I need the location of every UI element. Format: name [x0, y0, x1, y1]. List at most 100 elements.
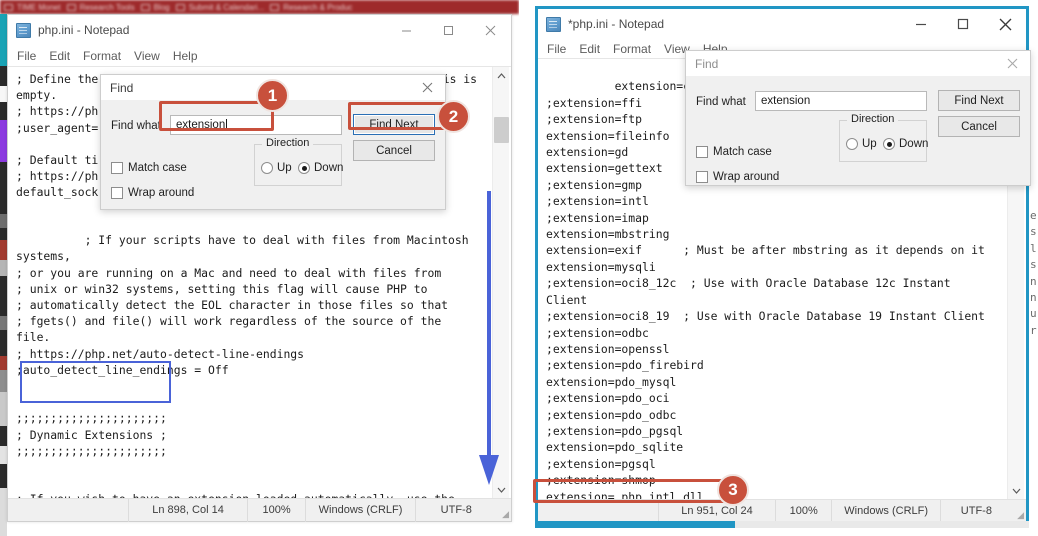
bookmark-label: Submit & Calendari...: [188, 2, 265, 12]
menu-edit[interactable]: Edit: [579, 42, 600, 56]
titlebar-left[interactable]: php.ini - Notepad: [8, 15, 511, 45]
cancel-button[interactable]: Cancel: [938, 116, 1020, 137]
cancel-label: Cancel: [376, 144, 412, 157]
folder-icon: [4, 3, 13, 11]
bookmark-item[interactable]: Research & Produc: [270, 2, 353, 12]
folder-icon: [140, 3, 150, 11]
minimize-icon[interactable]: [385, 15, 427, 45]
menu-edit[interactable]: Edit: [49, 49, 70, 63]
window-controls-left: [385, 15, 511, 45]
folder-icon: [175, 3, 185, 11]
find-what-label: Find what: [696, 96, 746, 108]
find-what-input[interactable]: extension: [170, 115, 342, 135]
resize-grip-icon[interactable]: ◢: [1012, 500, 1026, 523]
menu-file[interactable]: File: [17, 49, 36, 63]
radio-circle-icon: [261, 162, 273, 174]
bookmark-item[interactable]: Blog: [140, 2, 170, 12]
editor-text-left: ; If your scripts have to deal with file…: [16, 216, 489, 498]
direction-down-radio[interactable]: Down: [298, 162, 343, 174]
menu-file[interactable]: File: [547, 42, 566, 56]
close-icon[interactable]: [994, 51, 1030, 76]
bookmark-item[interactable]: TIME Monet: [4, 3, 61, 12]
right-screenshot-panel: *php.ini - Notepad File Edit Format View…: [519, 0, 1038, 536]
checkbox-icon: [696, 146, 708, 158]
status-encoding: UTF-8: [415, 498, 496, 522]
radio-circle-selected-icon: [298, 162, 310, 174]
folder-icon: [66, 3, 76, 11]
direction-up-radio[interactable]: Up: [261, 162, 292, 174]
annotation-badge-2: 2: [437, 100, 470, 133]
annotation-arrow-scroll-down: [478, 189, 500, 494]
notepad-icon: [546, 16, 561, 32]
wrap-around-checkbox[interactable]: Wrap around: [111, 187, 194, 199]
maximize-icon[interactable]: [942, 9, 984, 39]
status-zoom: 100%: [247, 498, 305, 522]
left-screenshot-panel: TIME Monet Research Tools Blog Submit & …: [0, 0, 519, 536]
close-icon[interactable]: [409, 75, 445, 100]
window-title: php.ini - Notepad: [38, 23, 130, 37]
browser-bookmark-bar[interactable]: TIME Monet Research Tools Blog Submit & …: [0, 0, 519, 14]
find-dialog-title: Find: [695, 56, 719, 71]
statusbar-left: Ln 898, Col 14 100% Windows (CRLF) UTF-8…: [8, 498, 511, 522]
checkbox-icon: [111, 162, 123, 174]
wrap-around-checkbox[interactable]: Wrap around: [696, 171, 779, 183]
resize-grip-icon[interactable]: ◢: [496, 499, 511, 522]
bookmark-label: Research Tools: [79, 2, 135, 12]
checkbox-icon: [696, 171, 708, 183]
status-line-ending: Windows (CRLF): [831, 499, 939, 523]
menu-help[interactable]: Help: [173, 49, 198, 63]
status-zoom: 100%: [775, 499, 831, 523]
menubar-left[interactable]: File Edit Format View Help: [8, 45, 511, 67]
match-case-label: Match case: [713, 146, 772, 158]
horizontal-scrollbar-right[interactable]: [535, 521, 1029, 528]
editor-text-content: ; If your scripts have to deal with file…: [16, 233, 469, 498]
direction-down-radio[interactable]: Down: [883, 138, 928, 150]
match-case-checkbox[interactable]: Match case: [696, 146, 772, 158]
direction-up-label: Up: [862, 138, 877, 150]
bookmark-label: Blog: [153, 2, 170, 12]
find-next-button[interactable]: Find Next: [938, 90, 1020, 111]
match-case-checkbox[interactable]: Match case: [111, 162, 187, 174]
find-what-label: Find what: [111, 120, 161, 132]
find-dialog-title: Find: [110, 80, 134, 95]
find-what-value: extension: [176, 119, 226, 131]
find-dialog-right[interactable]: Find Find what extension Find Next Cance…: [685, 50, 1031, 186]
direction-label: Direction: [847, 113, 899, 125]
scroll-up-icon[interactable]: [493, 67, 510, 84]
menu-view[interactable]: View: [134, 49, 160, 63]
find-next-button[interactable]: Find Next: [353, 114, 435, 135]
checkbox-icon: [111, 187, 123, 199]
find-what-input[interactable]: extension: [755, 91, 927, 111]
direction-up-label: Up: [277, 162, 292, 174]
background-text-sliver: e s l s n n u r: [1030, 209, 1037, 337]
text-caret: [226, 119, 228, 131]
menu-format[interactable]: Format: [83, 49, 121, 63]
notepad-icon: [16, 22, 31, 38]
bookmark-label: Research & Produc: [283, 2, 353, 12]
close-icon[interactable]: [984, 9, 1026, 39]
window-title: *php.ini - Notepad: [568, 17, 665, 31]
menu-format[interactable]: Format: [613, 42, 651, 56]
annotation-badge-3: 3: [717, 474, 749, 506]
find-what-value: extension: [761, 95, 811, 107]
maximize-icon[interactable]: [427, 15, 469, 45]
close-icon[interactable]: [469, 15, 511, 45]
background-edge-strips: [0, 14, 7, 536]
cancel-button[interactable]: Cancel: [353, 140, 435, 161]
wrap-around-label: Wrap around: [713, 171, 780, 183]
titlebar-right[interactable]: *php.ini - Notepad: [538, 9, 1026, 39]
find-dialog-titlebar[interactable]: Find: [686, 51, 1030, 76]
status-encoding: UTF-8: [939, 499, 1012, 523]
statusbar-right: Ln 951, Col 24 100% Windows (CRLF) UTF-8…: [538, 499, 1026, 523]
find-next-label: Find Next: [954, 94, 1004, 107]
horizontal-scrollbar-thumb[interactable]: [535, 521, 735, 528]
match-case-label: Match case: [128, 162, 187, 174]
radio-circle-icon: [846, 138, 858, 150]
direction-up-radio[interactable]: Up: [846, 138, 877, 150]
scroll-down-icon[interactable]: [1008, 482, 1025, 499]
bookmark-item[interactable]: Research Tools: [66, 2, 135, 12]
minimize-icon[interactable]: [900, 9, 942, 39]
scrollbar-thumb[interactable]: [494, 117, 509, 143]
wrap-around-label: Wrap around: [128, 187, 195, 199]
bookmark-item[interactable]: Submit & Calendari...: [175, 2, 265, 12]
